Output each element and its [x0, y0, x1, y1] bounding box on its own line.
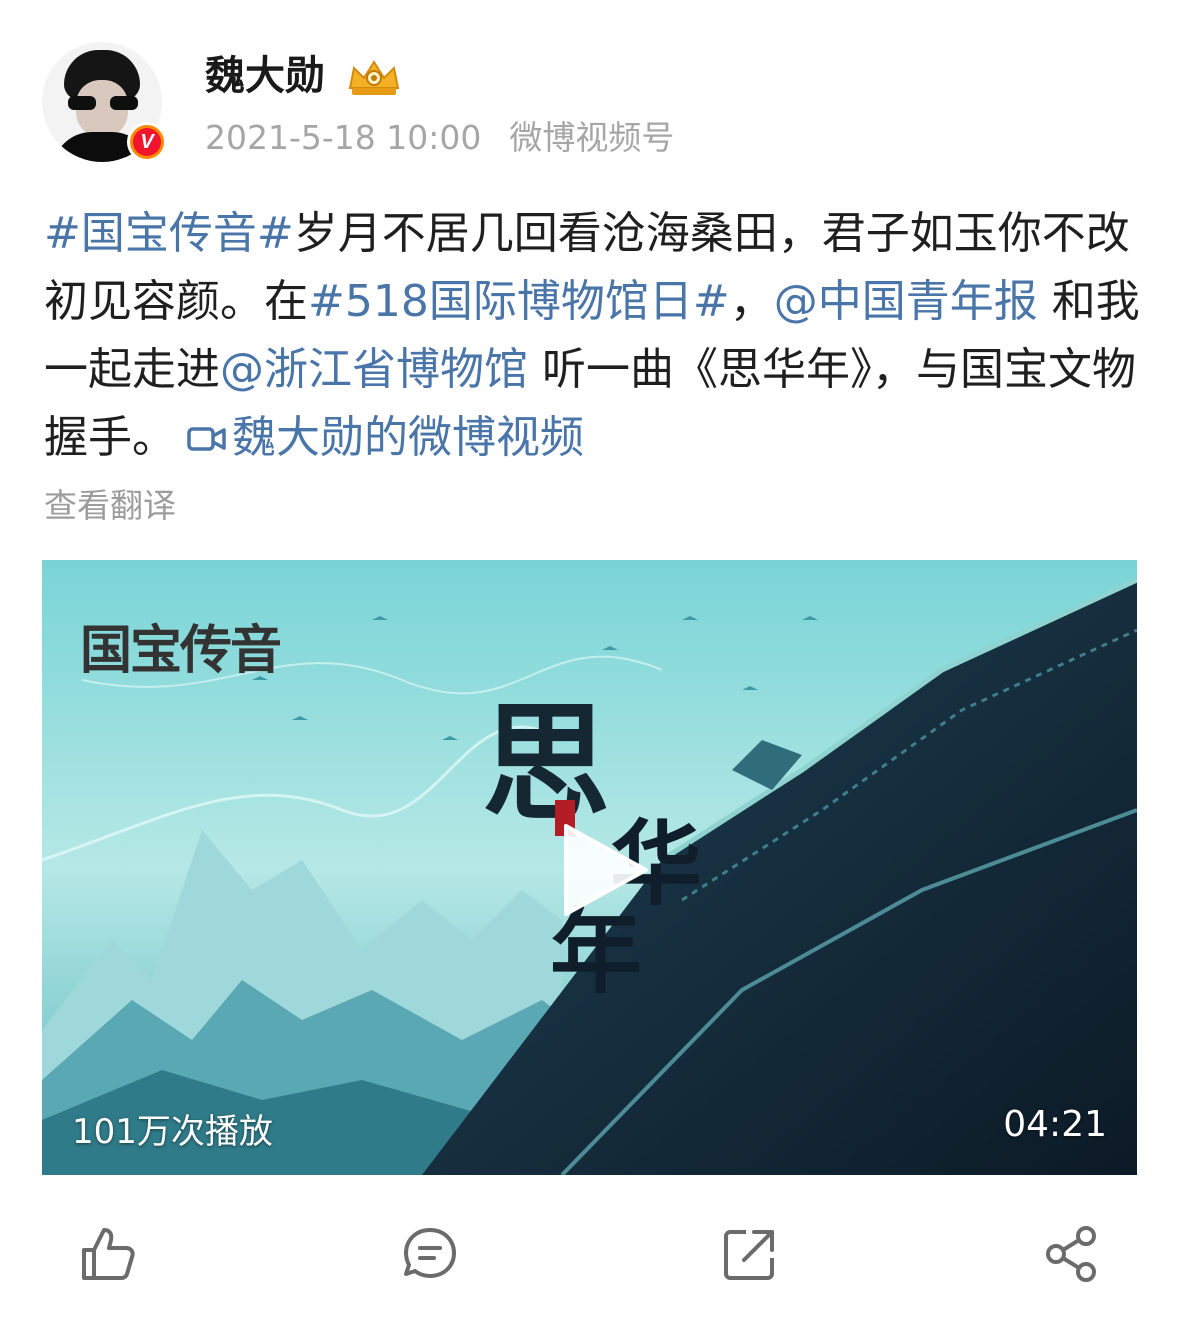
hashtag-link[interactable]: #国宝传音#: [44, 208, 294, 259]
post-text-segment: ，: [729, 276, 774, 327]
vip-crown-icon: [348, 60, 400, 95]
user-name[interactable]: 魏大勋: [205, 50, 325, 102]
verified-badge: V: [127, 122, 167, 162]
mention-link[interactable]: @中国青年报: [774, 276, 1038, 327]
video-link-label: 魏大勋的微博视频: [232, 412, 584, 463]
post-timestamp: 2021-5-18 10:00: [205, 118, 482, 157]
verified-badge-label: V: [133, 128, 161, 156]
like-button[interactable]: [76, 1222, 140, 1286]
video-title-char: 思: [482, 689, 611, 839]
post-body: #国宝传音#岁月不居几回看沧海桑田，君子如玉你不改初见容颜。在#518国际博物馆…: [44, 200, 1144, 472]
mention-link[interactable]: @浙江省博物馆: [220, 344, 528, 395]
repost-button[interactable]: [718, 1222, 782, 1286]
repost-icon: [724, 1230, 774, 1280]
translate-link[interactable]: 查看翻译: [44, 484, 176, 528]
video-link[interactable]: 魏大勋的微博视频: [176, 412, 584, 463]
play-icon[interactable]: [554, 820, 654, 920]
share-icon: [1046, 1226, 1096, 1282]
video-duration: 04:21: [1003, 1104, 1107, 1145]
share-button[interactable]: [1040, 1222, 1104, 1286]
post-source[interactable]: 微博视频号: [509, 118, 674, 157]
hashtag-link[interactable]: #518国际博物馆日#: [308, 276, 730, 327]
post-meta: 2021-5-18 10:00 微博视频号: [205, 116, 674, 160]
avatar-sunglasses: [68, 96, 138, 110]
video-logo: 国宝传音: [80, 620, 282, 681]
comment-icon: [404, 1228, 456, 1278]
video-player[interactable]: 国宝传音 思 华 年 101万次播放 04:21: [42, 560, 1137, 1175]
video-camera-icon: [187, 427, 226, 451]
comment-button[interactable]: [398, 1222, 462, 1286]
play-count: 101万次播放: [72, 1112, 273, 1152]
thumbs-up-icon: [82, 1228, 135, 1280]
